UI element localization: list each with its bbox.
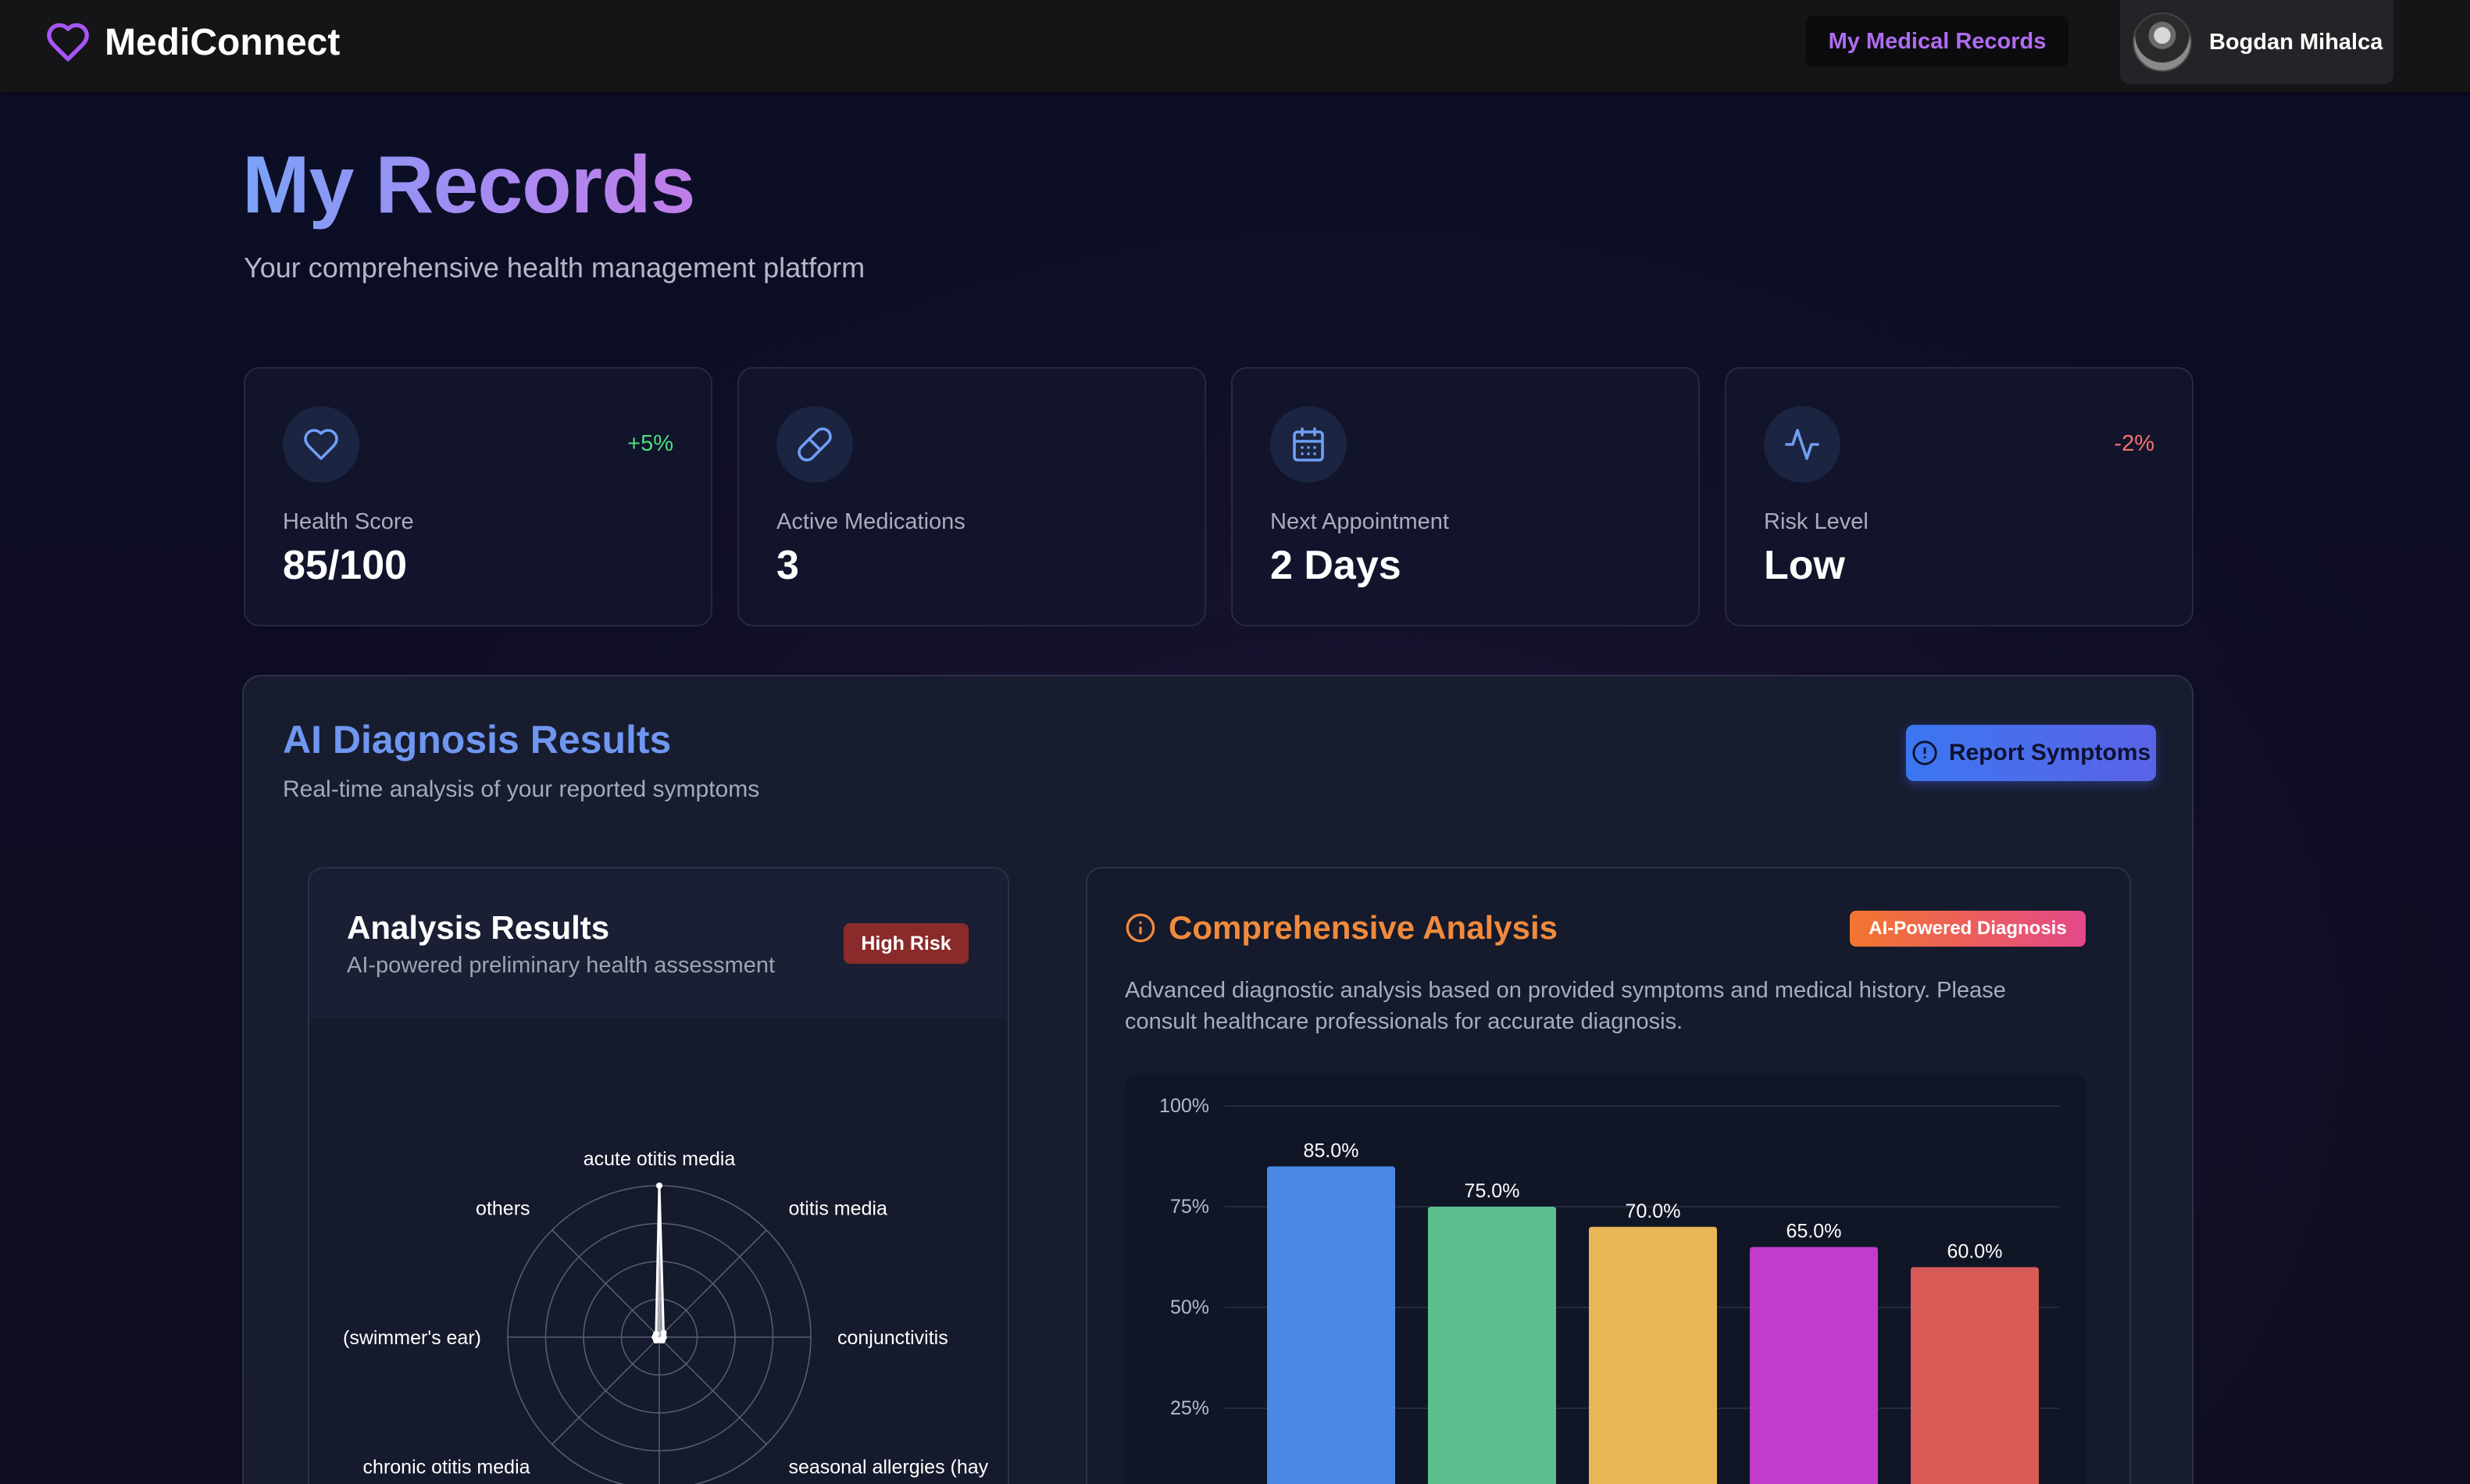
radar-axis-label: (swimmer's ear) <box>343 1327 481 1349</box>
stat-card-next-appointment: Next Appointment 2 Days <box>1231 367 1700 626</box>
stat-value: 3 <box>776 543 799 588</box>
radar-chart: acute otitis media otitis media conjunctiv… <box>343 1148 989 1484</box>
stat-card-health-score: +5% Health Score 85/100 <box>244 367 712 626</box>
ai-diagnosis-panel: AI Diagnosis Results Real-time analysis … <box>242 675 2193 1484</box>
diagnosis-subtitle: Real-time analysis of your reported symp… <box>283 776 760 802</box>
radar-series-shape <box>653 1185 666 1342</box>
comprehensive-title: Comprehensive Analysis <box>1169 909 1558 946</box>
radar-axis-label: others <box>476 1198 530 1220</box>
alert-circle-icon <box>1912 740 1937 765</box>
bar-value-label: 60.0% <box>1947 1240 2003 1262</box>
stat-label: Next Appointment <box>1270 509 1449 534</box>
bar[interactable] <box>1750 1247 1878 1484</box>
stat-change: -2% <box>2114 431 2154 456</box>
user-menu[interactable]: Bogdan Mihalca <box>2120 0 2393 84</box>
stat-value: 2 Days <box>1270 543 1401 588</box>
radar-axis-label: seasonal allergies (hay <box>788 1456 988 1478</box>
comprehensive-analysis-card: Comprehensive Analysis AI-Powered Diagno… <box>1086 867 2131 1484</box>
bar-value-label: 75.0% <box>1465 1180 1520 1202</box>
report-symptoms-button[interactable]: Report Symptoms <box>1906 725 2156 781</box>
radar-axis-label: chronic otitis media <box>363 1456 530 1478</box>
stat-label: Health Score <box>283 509 414 534</box>
info-icon <box>1126 913 1155 943</box>
radar-axis-label: acute otitis media <box>584 1148 736 1170</box>
radar-spoke <box>551 1336 660 1445</box>
bar-value-label: 70.0% <box>1626 1200 1681 1222</box>
bar-value-label: 65.0% <box>1786 1221 1842 1243</box>
y-tick-label: 100% <box>1159 1095 1209 1117</box>
activity-icon <box>1764 406 1840 483</box>
radar-axis-label: conjunctivitis <box>837 1327 948 1349</box>
page-subtitle: Your comprehensive health management pla… <box>244 251 866 284</box>
stat-label: Risk Level <box>1764 509 1869 534</box>
bar[interactable] <box>1589 1226 1717 1484</box>
bar-value-label: 85.0% <box>1304 1140 1359 1161</box>
bar-chart: 100% 75% 50% 25% 85.0% 75.0% 70.0% 65.0% 60.0% <box>1159 1095 2059 1484</box>
radar-spoke <box>551 1229 660 1338</box>
radar-point <box>656 1183 662 1189</box>
radar-spoke <box>659 1229 767 1338</box>
user-name: Bogdan Mihalca <box>2209 29 2383 55</box>
ai-powered-badge: AI-Powered Diagnosis <box>1850 911 2086 947</box>
radar-spoke <box>659 1336 767 1445</box>
y-tick-label: 75% <box>1170 1196 1209 1218</box>
page-title: My Records <box>242 140 696 230</box>
bar[interactable] <box>1911 1267 2039 1484</box>
y-tick-label: 50% <box>1170 1297 1209 1318</box>
analysis-subtitle: AI-powered preliminary health assessment <box>347 953 776 978</box>
risk-badge: High Risk <box>844 923 969 964</box>
bar-chart-container: 100% 75% 50% 25% 85.0% 75.0% 70.0% 65.0% 60.0% <box>1125 1073 2086 1484</box>
comprehensive-title-group: Comprehensive Analysis <box>1125 909 1558 947</box>
y-tick-label: 25% <box>1170 1397 1209 1419</box>
stat-change: +5% <box>627 431 673 456</box>
app-name: MediConnect <box>105 21 341 63</box>
analysis-results-card: Analysis Results AI-powered preliminary … <box>308 867 1009 1484</box>
comprehensive-description: Advanced diagnostic analysis based on pr… <box>1125 978 2006 1034</box>
report-symptoms-label: Report Symptoms <box>1948 740 2151 765</box>
analysis-title: Analysis Results <box>347 909 610 946</box>
app-logo[interactable]: MediConnect <box>44 17 340 67</box>
stat-label: Active Medications <box>776 509 966 534</box>
heart-logo-icon <box>47 23 89 62</box>
avatar <box>2133 12 2192 72</box>
calendar-icon <box>1270 406 1347 483</box>
my-medical-records-link[interactable]: My Medical Records <box>1806 16 2068 67</box>
pill-icon <box>776 406 853 483</box>
stat-value: 85/100 <box>283 543 408 588</box>
top-navbar: MediConnect My Medical Records Bogdan Mi… <box>0 0 2470 92</box>
stat-value: Low <box>1764 543 1845 588</box>
diagnosis-title: AI Diagnosis Results <box>283 718 672 762</box>
bar[interactable] <box>1428 1207 1556 1484</box>
radar-point <box>652 1330 659 1337</box>
stat-card-active-medications: Active Medications 3 <box>737 367 1206 626</box>
bar[interactable] <box>1267 1166 1395 1484</box>
heart-icon <box>283 406 359 483</box>
stat-card-risk-level: -2% Risk Level Low <box>1725 367 2193 626</box>
radar-axis-label: otitis media <box>788 1198 887 1220</box>
